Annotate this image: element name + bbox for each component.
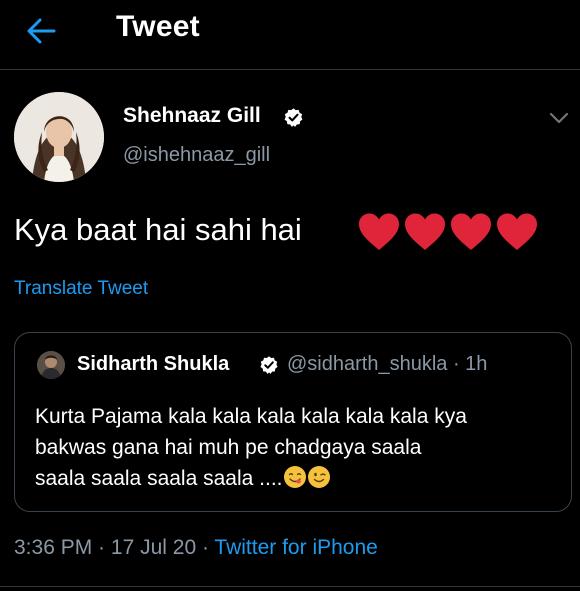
verified-badge-icon [260,356,278,374]
heart-icon [359,213,399,250]
timestamp-separator: · [196,536,215,559]
quoted-author-avatar [37,351,65,379]
heart-icon [497,213,537,250]
timestamp-separator: · [92,536,111,559]
quoted-author-name: Sidharth Shukla [77,353,230,375]
heart-icon [451,213,491,250]
page-title: Tweet [116,10,200,43]
author-handle[interactable]: @ishehnaaz_gill [123,144,270,167]
back-button[interactable] [24,14,58,48]
verified-badge-icon [284,108,303,127]
tweet-time: 3:36 PM [14,536,93,559]
tweet-date: 17 Jul 20 [110,536,197,559]
winking-face-icon [307,466,330,488]
author-name[interactable]: Shehnaaz Gill [123,104,261,128]
heart-emojis [357,212,539,252]
divider [0,586,580,587]
quoted-tweet-text: Kurta Pajama kala kala kala kala kala ka… [35,401,555,494]
tweet-source-link[interactable]: Twitter for iPhone [214,536,377,559]
translate-tweet-link[interactable]: Translate Tweet [14,278,148,300]
arrow-left-icon [27,18,56,44]
tweet-timestamp: 3:36 PM · 17 Jul 20 · Twitter for iPhone [14,536,378,560]
heart-icon [405,213,445,250]
quoted-author-handle: @sidharth_shukla [287,353,448,375]
top-bar: Tweet [0,0,580,70]
face-savoring-food-icon [283,466,306,488]
chevron-down-icon[interactable] [548,110,570,126]
quoted-meta: @sidharth_shukla · 1h [287,353,487,376]
quoted-tweet-body: Kurta Pajama kala kala kala kala kala ka… [35,405,467,490]
meta-separator: · [447,353,466,375]
quoted-tweet-age: 1h [465,353,488,375]
profile-photo [14,92,104,182]
tweet-text: Kya baat hai sahi hai [14,212,302,247]
profile-photo [37,351,65,379]
author-avatar[interactable] [14,92,104,182]
quoted-tweet-card[interactable]: Sidharth Shukla @sidharth_shukla · 1h Ku… [14,332,572,512]
